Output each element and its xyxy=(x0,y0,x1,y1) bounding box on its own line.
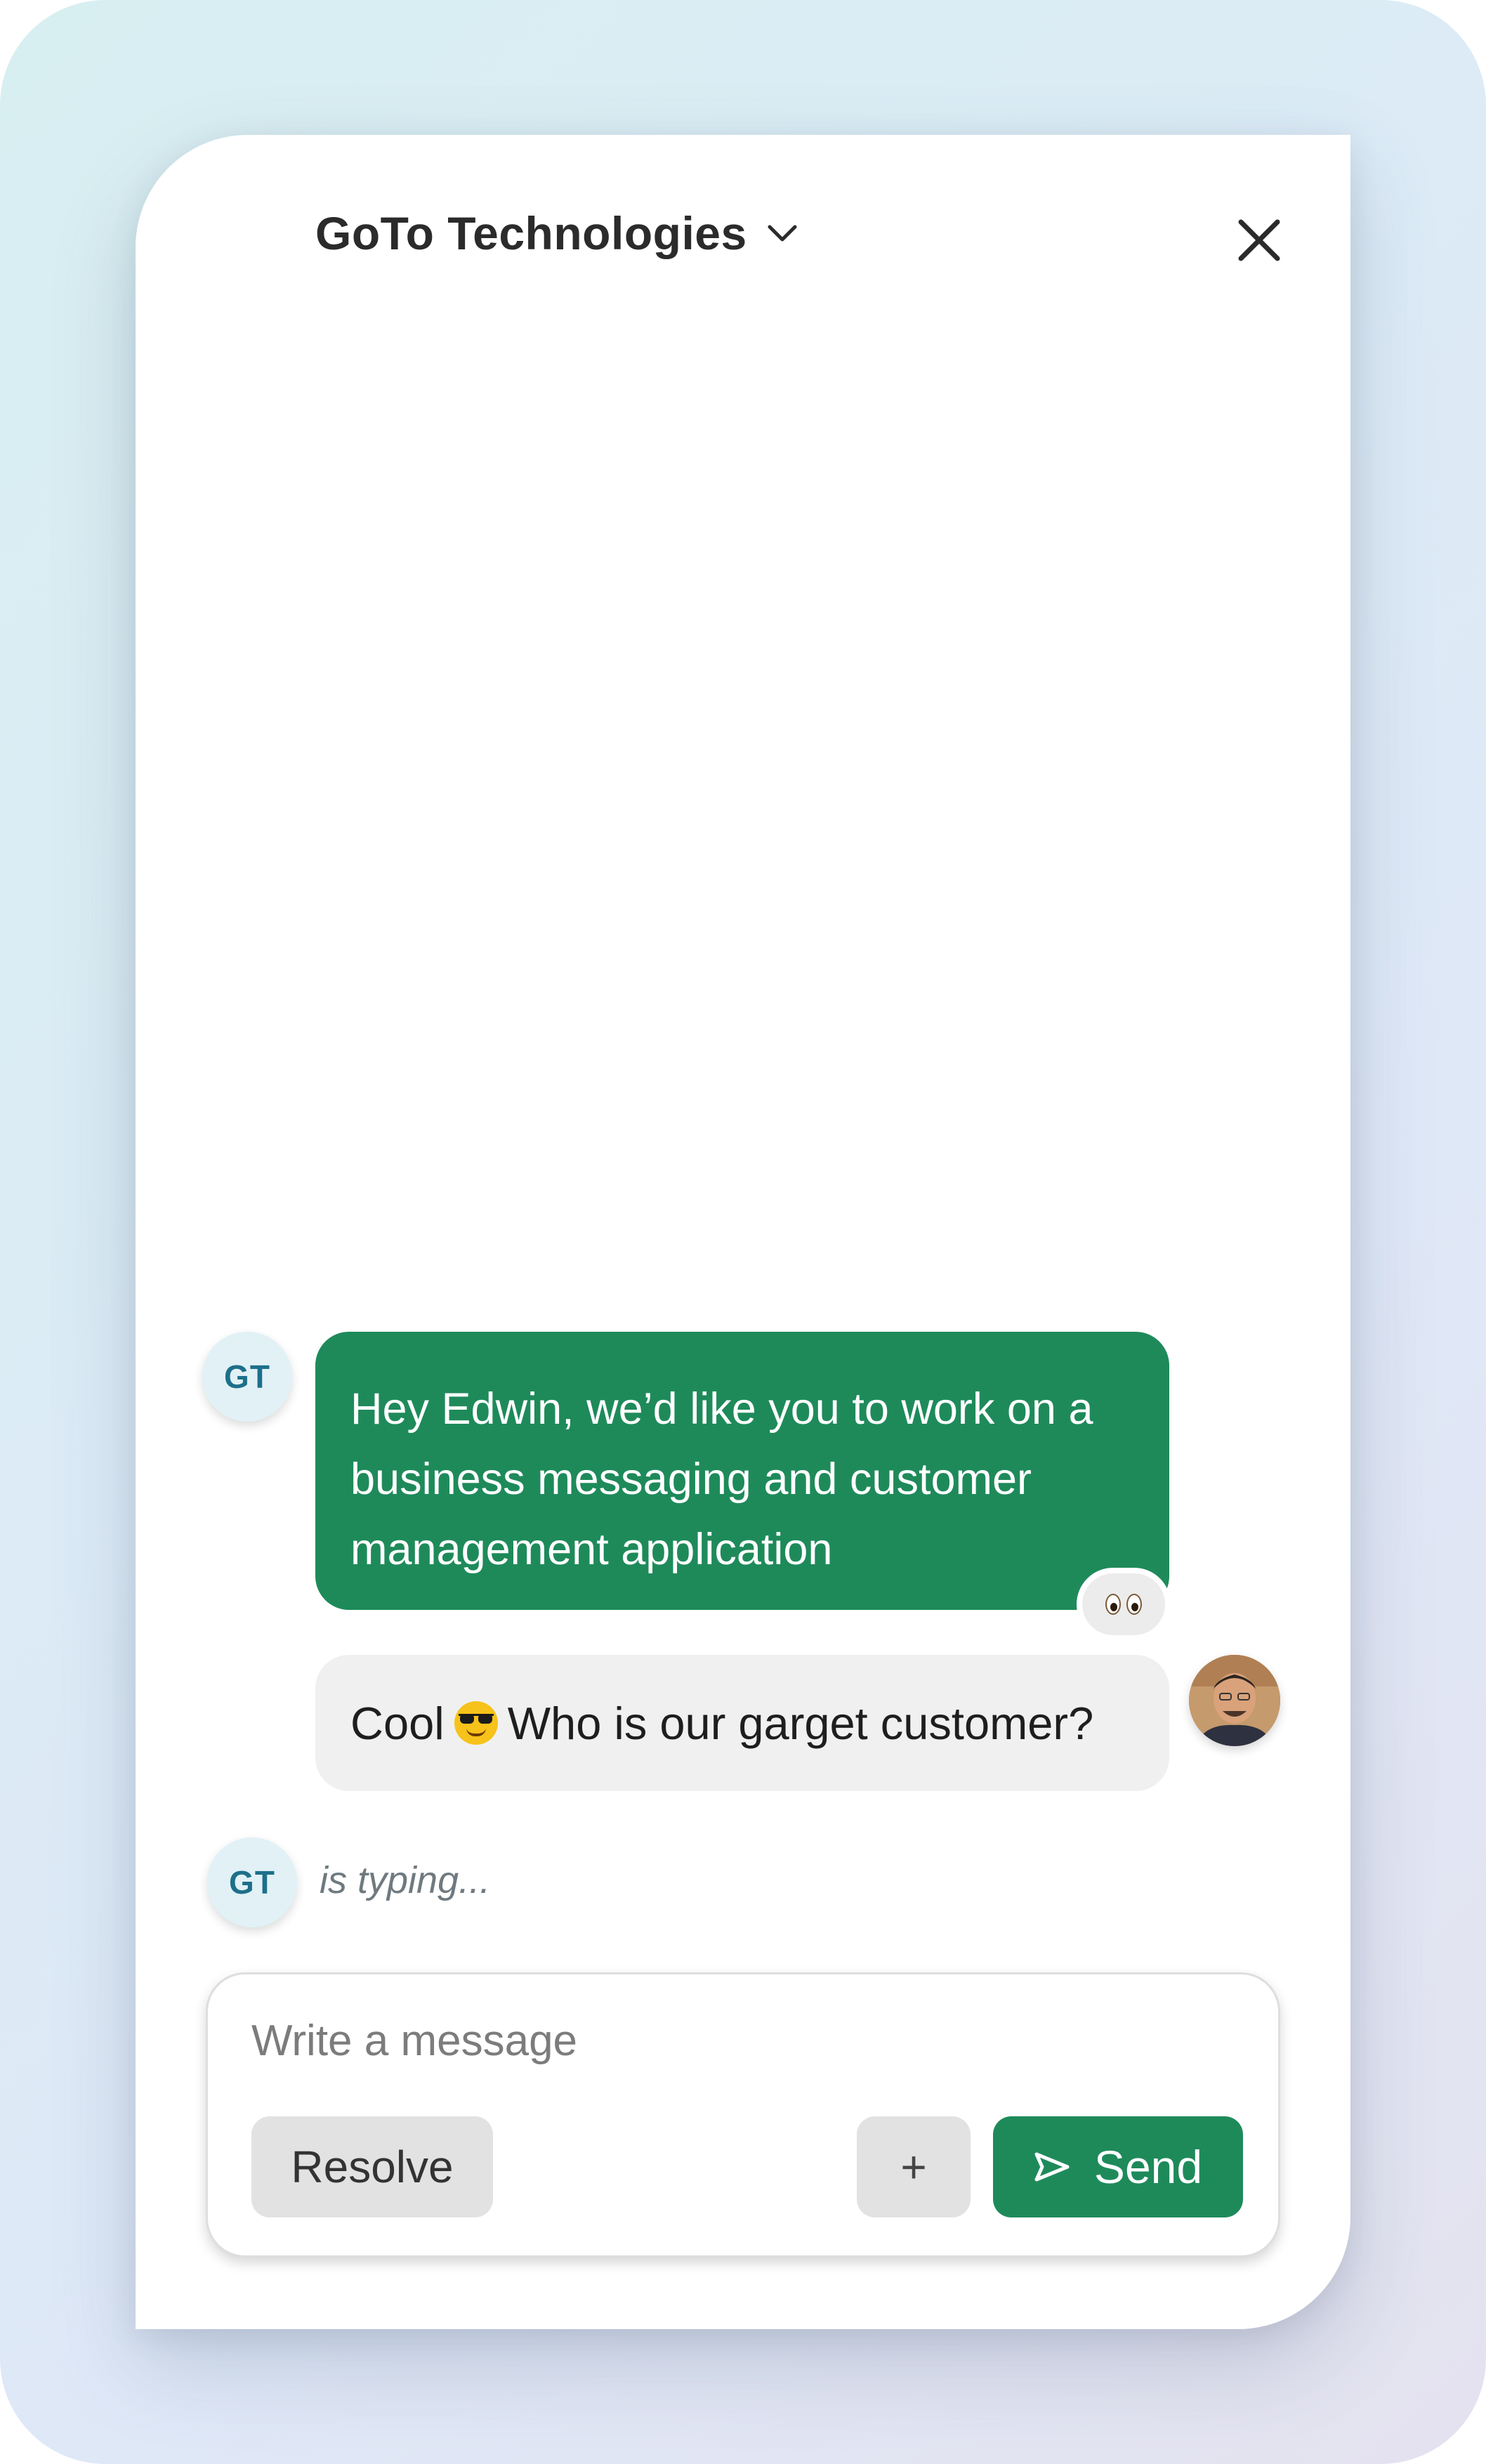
user-avatar xyxy=(1189,1655,1280,1746)
chat-panel: GoTo Technologies GT Hey Edwin, we’d lik… xyxy=(136,135,1350,2329)
user-photo-icon xyxy=(1189,1655,1280,1746)
chevron-down-icon xyxy=(768,225,797,242)
sender-initials: GT xyxy=(224,1358,270,1395)
workspace-selector[interactable]: GoTo Technologies xyxy=(315,207,798,260)
typing-initials: GT xyxy=(229,1864,275,1901)
incoming-message-bubble[interactable]: Hey Edwin, we’d like you to work on a bu… xyxy=(315,1332,1169,1610)
send-button[interactable]: Send xyxy=(993,2116,1243,2217)
message-reaction[interactable] xyxy=(1077,1568,1171,1641)
resolve-button[interactable]: Resolve xyxy=(251,2116,493,2217)
sender-avatar: GT xyxy=(202,1332,292,1422)
message-input[interactable] xyxy=(251,2005,1164,2076)
workspace-title: GoTo Technologies xyxy=(315,207,747,259)
sunglasses-emoji-icon xyxy=(454,1701,498,1745)
outgoing-message-bubble[interactable]: Cool Who is our garget customer? xyxy=(315,1655,1169,1791)
eyes-emoji-icon xyxy=(1105,1594,1121,1615)
message-text-end: Who is our garget customer? xyxy=(507,1697,1094,1749)
typing-indicator: is typing... xyxy=(320,1859,491,1901)
message-text: Hey Edwin, we’d like you to work on a bu… xyxy=(350,1384,1093,1574)
close-icon xyxy=(1238,219,1280,261)
close-button[interactable] xyxy=(1224,205,1294,275)
attach-button[interactable]: + xyxy=(857,2116,971,2217)
typing-avatar: GT xyxy=(207,1837,297,1927)
message-text-start: Cool xyxy=(350,1697,445,1749)
send-label: Send xyxy=(1093,2141,1203,2193)
background: GoTo Technologies GT Hey Edwin, we’d lik… xyxy=(0,0,1486,2464)
send-icon xyxy=(1034,2152,1070,2182)
message-composer: Resolve + Send xyxy=(206,1972,1280,2257)
eyes-emoji-icon xyxy=(1126,1594,1142,1615)
